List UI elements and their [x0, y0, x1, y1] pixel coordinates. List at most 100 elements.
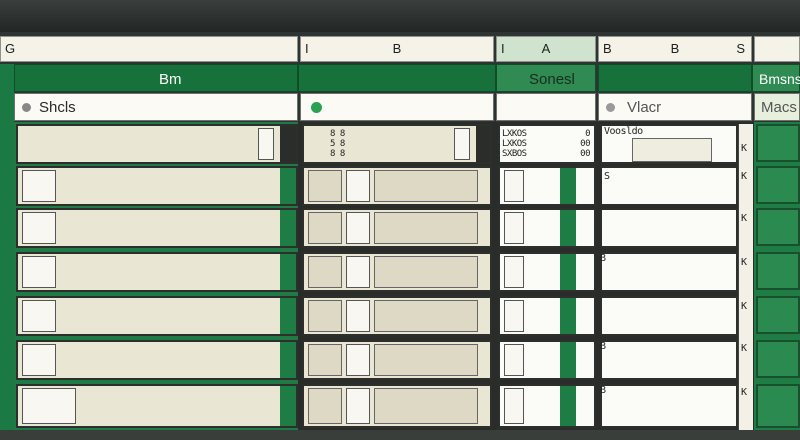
table-row[interactable] [498, 208, 596, 248]
column-header-4[interactable]: B B S [598, 36, 752, 62]
row-checkbox[interactable] [346, 212, 370, 244]
column-5-row[interactable] [756, 124, 800, 162]
column-5-row[interactable] [756, 384, 800, 428]
row-checkbox[interactable] [504, 300, 524, 332]
subheader-5-label: Macs [761, 99, 797, 116]
column-header-1-label: G [5, 41, 16, 56]
row-checkbox[interactable] [22, 344, 56, 376]
table-row[interactable] [498, 340, 596, 380]
row-checkbox[interactable] [346, 300, 370, 332]
row-checkbox[interactable] [504, 388, 524, 424]
cell-values: 8 8 5 8 8 8 [330, 129, 345, 159]
column-header-5[interactable] [754, 36, 800, 62]
scroll-mark: K [741, 387, 747, 398]
row-checkbox[interactable] [22, 388, 76, 424]
cell-codes: LXKOS LXKOS SXBOS [502, 129, 527, 159]
group-band-5-label: Bmsns [759, 71, 800, 87]
row-checkbox[interactable] [346, 256, 370, 288]
row-cell-shaded [308, 344, 342, 376]
column-5-row[interactable] [756, 252, 800, 290]
table-row[interactable] [302, 340, 492, 380]
table-row[interactable]: Voosldo [600, 124, 738, 164]
group-band-1: Bm [14, 64, 298, 92]
row-edge [280, 386, 296, 426]
row-edge [280, 210, 296, 246]
column-5-row[interactable] [756, 296, 800, 334]
row-edge [280, 342, 296, 378]
table-row[interactable] [302, 208, 492, 248]
row-cell-shaded [308, 300, 342, 332]
table-row[interactable] [498, 384, 596, 428]
subheader-5[interactable]: Macs [754, 93, 800, 121]
table-row[interactable] [302, 166, 492, 206]
row-checkbox[interactable] [504, 344, 524, 376]
row-checkbox[interactable] [346, 170, 370, 202]
row-cell-shaded [374, 256, 478, 288]
table-row[interactable]: LXKOS LXKOS SXBOS 0 00 00 [498, 124, 596, 164]
scroll-mark: K [741, 171, 747, 182]
table-row[interactable]: B [600, 252, 738, 292]
row-checkbox[interactable] [22, 212, 56, 244]
column-header-1[interactable]: G [0, 36, 298, 62]
table-row[interactable] [302, 384, 492, 428]
row-cell-white [454, 128, 470, 160]
row-edge [560, 210, 576, 246]
row-cell-shaded [632, 138, 712, 162]
row-checkbox[interactable] [22, 256, 56, 288]
row-edge [560, 168, 576, 204]
group-band-4 [598, 64, 752, 92]
cell-label: Voosldo [604, 126, 643, 137]
row-cell-shaded [308, 170, 342, 202]
table-row[interactable]: B [600, 384, 738, 428]
table-row[interactable] [16, 208, 298, 248]
subheader-1[interactable]: Shcls [14, 93, 298, 121]
table-row[interactable]: S [600, 166, 738, 206]
row-checkbox[interactable] [504, 212, 524, 244]
table-row[interactable] [16, 296, 298, 336]
table-row[interactable] [16, 124, 298, 164]
table-row[interactable] [302, 296, 492, 336]
table-row[interactable] [498, 166, 596, 206]
table-row[interactable]: B [600, 340, 738, 380]
row-cell-shaded [374, 212, 478, 244]
column-5-row[interactable] [756, 166, 800, 204]
table-row[interactable] [16, 166, 298, 206]
table-row[interactable] [498, 296, 596, 336]
row-checkbox[interactable] [346, 344, 370, 376]
subheader-3[interactable] [496, 93, 596, 121]
table-row[interactable] [498, 252, 596, 292]
row-checkbox[interactable] [22, 300, 56, 332]
cell-counts: 0 00 00 [580, 129, 590, 159]
row-mark: S [604, 171, 610, 182]
subheader-2[interactable] [300, 93, 494, 121]
table-row[interactable] [600, 296, 738, 336]
row-cell-shaded [308, 212, 342, 244]
scroll-strip[interactable]: K K K K K K K [738, 124, 753, 430]
table-row[interactable] [600, 208, 738, 248]
table-row[interactable] [302, 252, 492, 292]
column-5-row[interactable] [756, 208, 800, 246]
table-row[interactable] [16, 252, 298, 292]
column-header-3[interactable]: I A [496, 36, 596, 62]
row-cell-shaded [374, 388, 478, 424]
group-band-2 [298, 64, 496, 92]
row-checkbox[interactable] [504, 256, 524, 288]
group-band-1-label: Bm [159, 71, 182, 88]
table-row[interactable] [16, 340, 298, 380]
group-band-3-label: Sonesl [529, 71, 575, 88]
record-icon [22, 103, 31, 112]
table-row[interactable] [16, 384, 298, 428]
column-header-2[interactable]: I B [300, 36, 494, 62]
row-checkbox[interactable] [22, 170, 56, 202]
row-cell-shaded [374, 344, 478, 376]
scroll-mark: K [741, 213, 747, 224]
row-checkbox[interactable] [504, 170, 524, 202]
row-edge [280, 254, 296, 290]
subheader-1-label: Shcls [39, 99, 76, 116]
row-mark: B [600, 385, 606, 396]
row-edge [560, 298, 576, 334]
column-5-row[interactable] [756, 340, 800, 378]
table-row[interactable]: 8 8 5 8 8 8 [302, 124, 492, 164]
row-checkbox[interactable] [346, 388, 370, 424]
subheader-4[interactable]: Vlacr [598, 93, 752, 121]
